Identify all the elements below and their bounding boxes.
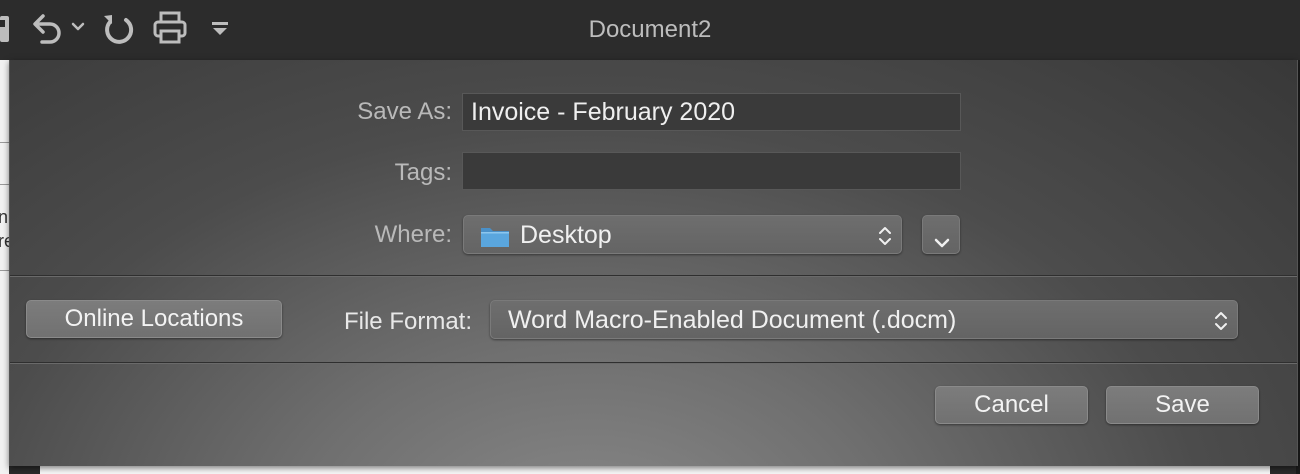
divider [10,276,1297,277]
file-format-label: File Format: [343,308,472,335]
divider [10,363,1297,364]
save-dialog: Save As: Tags: Where: Desktop Online Loc… [9,60,1298,466]
up-down-arrows-icon [877,225,893,254]
where-popup[interactable]: Desktop [463,215,902,254]
up-down-arrows-icon [1213,310,1229,339]
file-format-value: Word Macro-Enabled Document (.docm) [508,306,957,334]
save-as-input[interactable] [462,93,961,131]
window-titlebar: Document2 [0,0,1300,61]
background-document-edge: n re [0,60,14,474]
folder-icon [480,224,510,255]
window-title: Document2 [588,16,712,43]
where-label: Where: [374,221,452,248]
background-text-fragment: n [0,207,9,227]
save-as-label: Save As: [357,98,452,125]
tags-input[interactable] [462,152,961,190]
expand-dialog-button[interactable] [922,215,960,254]
cancel-button[interactable]: Cancel [935,386,1088,424]
where-value: Desktop [520,221,612,249]
tags-label: Tags: [394,159,452,186]
save-button[interactable]: Save [1106,386,1259,424]
chevron-down-icon [933,228,951,257]
online-locations-button[interactable]: Online Locations [26,300,282,338]
background-document-page [40,466,1270,474]
file-format-popup[interactable]: Word Macro-Enabled Document (.docm) [490,300,1238,339]
